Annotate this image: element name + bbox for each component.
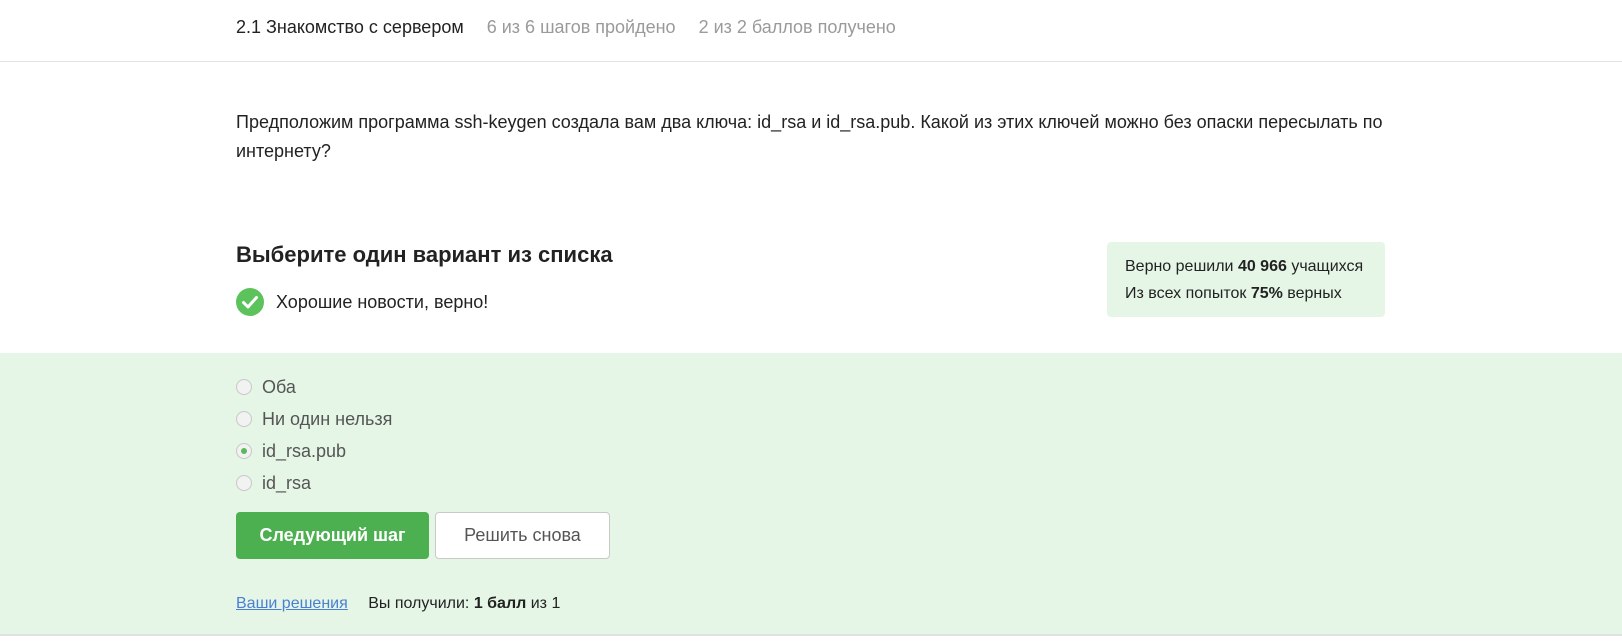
radio-button-checked[interactable] xyxy=(236,443,252,459)
stats-solved-prefix: Верно решили xyxy=(1125,258,1238,275)
option-label: Ни один нельзя xyxy=(262,408,393,429)
check-circle-icon xyxy=(236,288,264,316)
steps-progress: 6 из 6 шагов пройдено xyxy=(486,17,676,37)
stats-attempts-prefix: Из всех попыток xyxy=(1125,285,1251,302)
lesson-title: 2.1 Знакомство с сервером xyxy=(236,17,464,37)
action-buttons: Следующий шаг Решить снова xyxy=(236,512,610,559)
feedback-text: Хорошие новости, верно! xyxy=(276,291,489,312)
received-score: Вы получили: 1 балл из 1 xyxy=(368,595,560,612)
lesson-header: 2.1 Знакомство с сервером 6 из 6 шагов п… xyxy=(0,0,1622,62)
correct-feedback: Хорошие новости, верно! xyxy=(236,288,488,316)
option-label: id_rsa xyxy=(262,472,312,493)
stats-attempts-percent: 75% xyxy=(1250,285,1283,302)
retry-button[interactable]: Решить снова xyxy=(435,512,610,559)
lesson-header-info: 2.1 Знакомство с сервером 6 из 6 шагов п… xyxy=(236,17,896,38)
points-progress: 2 из 2 баллов получено xyxy=(698,17,896,37)
option-label: Оба xyxy=(262,376,296,397)
stats-solved-count: 40 966 xyxy=(1237,258,1287,275)
options-list: Оба Ни один нельзя id_rsa.pub id_rsa xyxy=(236,371,392,499)
task-title: Выберите один вариант из списка xyxy=(236,242,613,267)
option-item[interactable]: id_rsa xyxy=(236,467,392,499)
score-prefix: Вы получили: xyxy=(368,595,474,612)
option-item[interactable]: Оба xyxy=(236,371,392,403)
option-label: id_rsa.pub xyxy=(262,440,347,461)
radio-button[interactable] xyxy=(236,379,252,395)
score-suffix: из 1 xyxy=(526,595,561,612)
stats-attempts-suffix: верных xyxy=(1282,285,1342,302)
answer-panel: Оба Ни один нельзя id_rsa.pub id_rsa Сле… xyxy=(0,353,1622,636)
submission-footer: Ваши решения Вы получили: 1 балл из 1 xyxy=(236,595,560,613)
stats-solved-line: Верно решили 40 966 учащихся xyxy=(1125,253,1367,280)
question-text: Предположим программа ssh-keygen создала… xyxy=(236,112,1383,161)
solve-stats: Верно решили 40 966 учащихся Из всех поп… xyxy=(1107,242,1385,317)
next-step-button[interactable]: Следующий шаг xyxy=(236,512,429,559)
option-item[interactable]: Ни один нельзя xyxy=(236,403,392,435)
your-solutions-link[interactable]: Ваши решения xyxy=(236,595,348,612)
stats-solved-suffix: учащихся xyxy=(1286,258,1364,275)
radio-button[interactable] xyxy=(236,411,252,427)
option-item-selected[interactable]: id_rsa.pub xyxy=(236,435,392,467)
stats-attempts-line: Из всех попыток 75% верных xyxy=(1125,280,1367,307)
radio-button[interactable] xyxy=(236,475,252,491)
score-value: 1 балл xyxy=(473,595,527,612)
